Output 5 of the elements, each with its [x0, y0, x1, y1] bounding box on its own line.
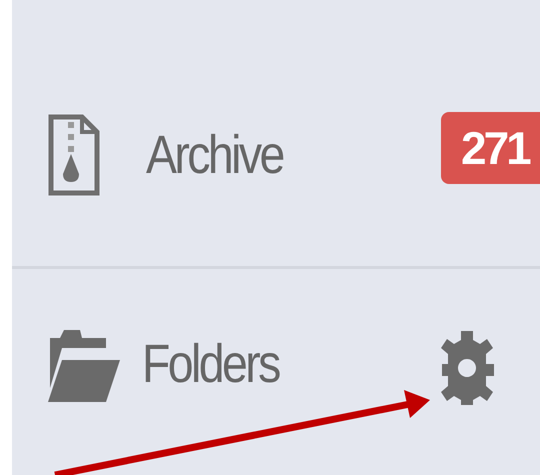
count-badge: 271: [441, 112, 540, 184]
settings-icon[interactable]: [440, 331, 494, 405]
sidebar-item[interactable]: Folders: [142, 333, 279, 395]
zip-file-icon: [48, 114, 100, 196]
sidebar-item[interactable]: Archive: [146, 124, 283, 186]
